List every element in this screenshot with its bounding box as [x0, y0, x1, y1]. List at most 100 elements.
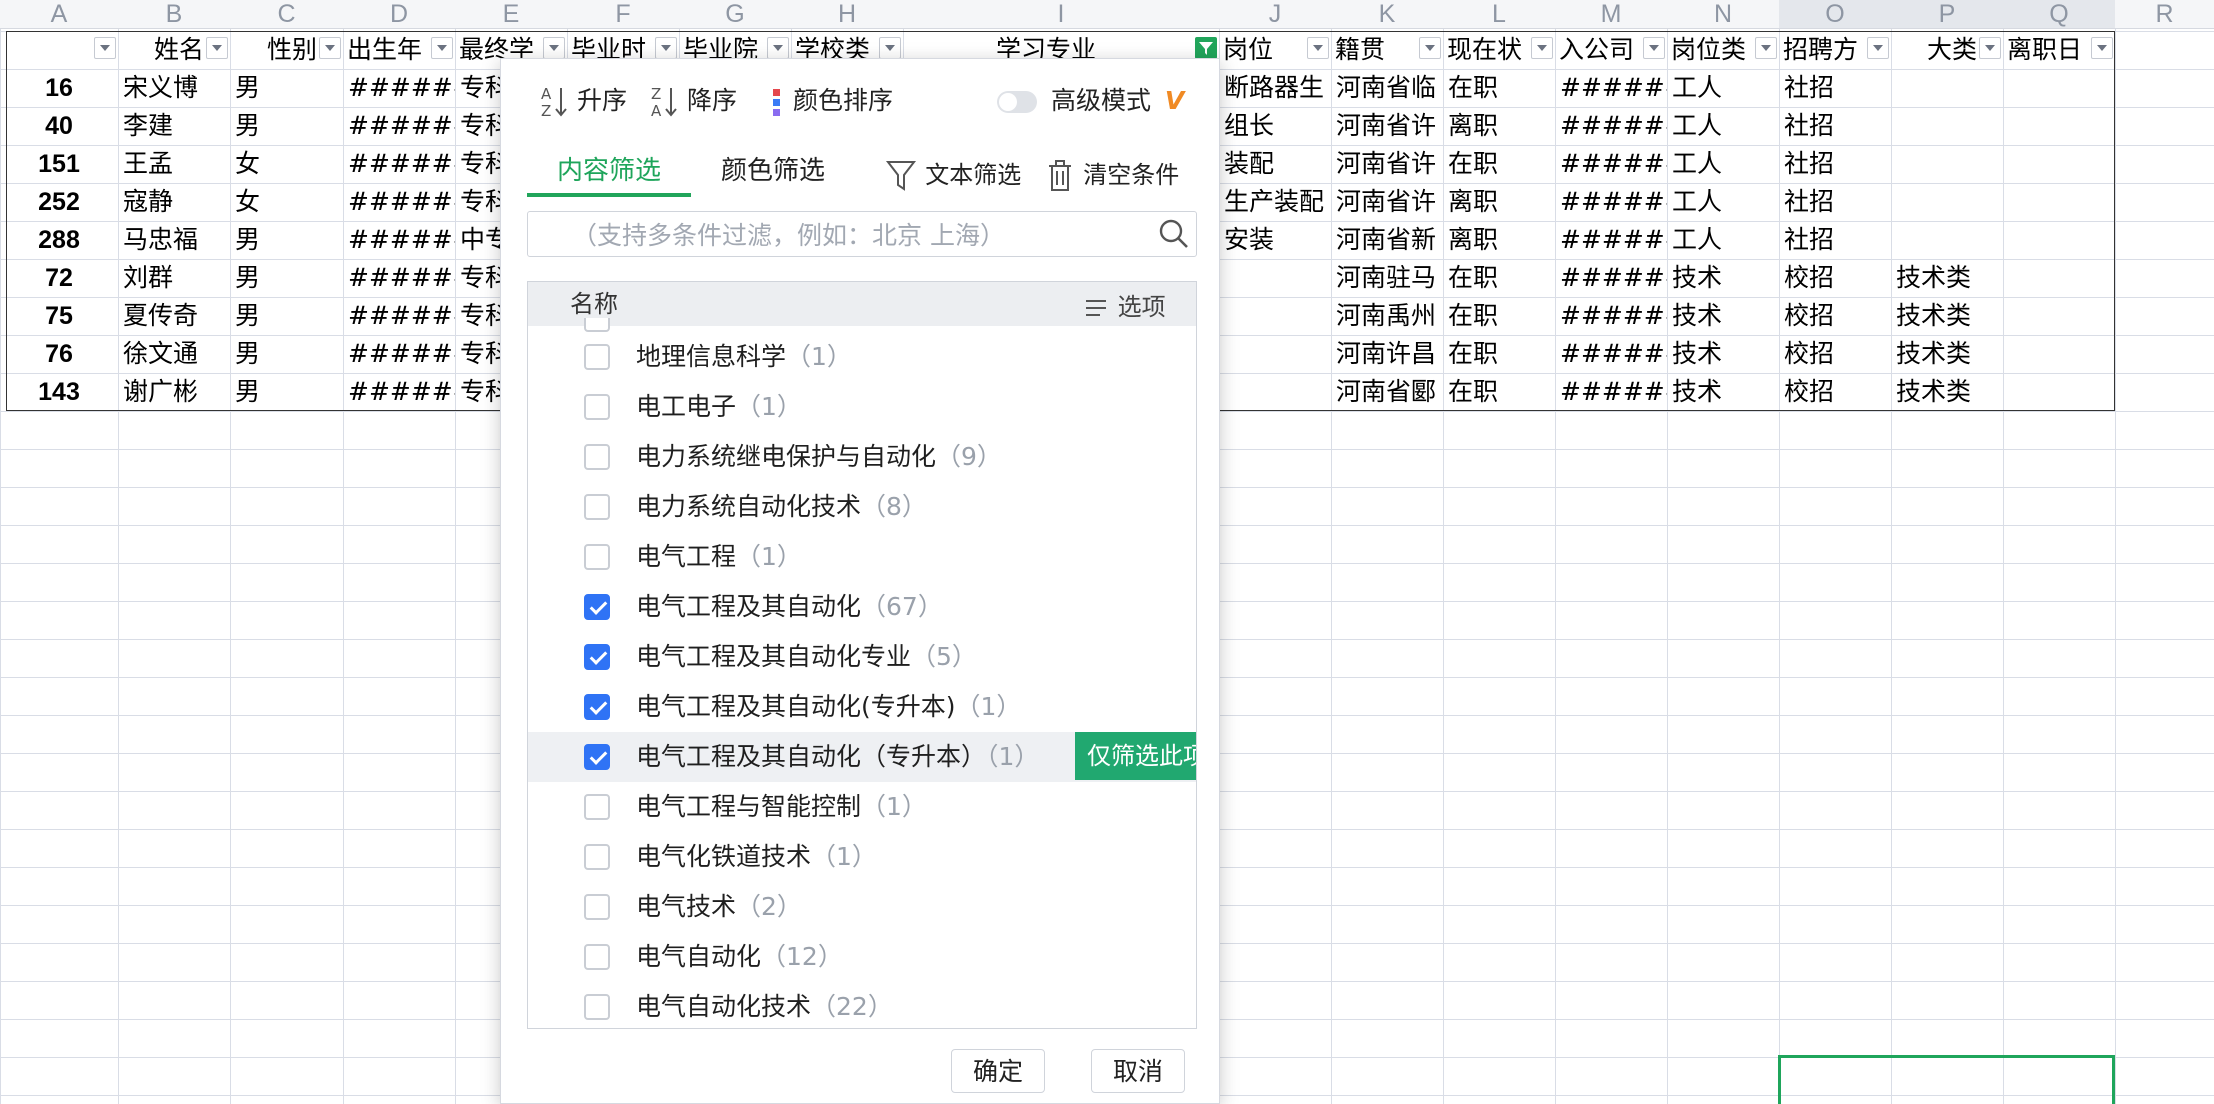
checkbox[interactable] — [584, 544, 610, 570]
list-item[interactable]: 电气技术（2） — [528, 882, 1196, 932]
table-cell[interactable]: 马忠福 — [118, 221, 230, 259]
filter-active-icon[interactable] — [1195, 37, 1217, 59]
column-letter-D[interactable]: D — [343, 0, 455, 28]
column-letter-N[interactable]: N — [1667, 0, 1779, 28]
table-cell[interactable]: ###### — [1555, 297, 1667, 335]
table-cell[interactable] — [2003, 335, 2115, 373]
header-cell[interactable]: 现在状 — [1443, 31, 1529, 69]
table-cell[interactable]: 校招 — [1779, 259, 1891, 297]
clear-conditions-button[interactable]: 清空条件 — [1045, 153, 1179, 197]
table-cell[interactable]: 工人 — [1667, 183, 1779, 221]
table-cell[interactable]: 社招 — [1779, 221, 1891, 259]
checkbox[interactable] — [584, 994, 610, 1020]
row-id-cell[interactable]: 76 — [0, 335, 118, 373]
row-id-cell[interactable]: 75 — [0, 297, 118, 335]
table-cell[interactable]: 河南省郾 — [1331, 373, 1443, 411]
table-cell[interactable]: 男 — [230, 69, 343, 107]
checkbox[interactable] — [584, 744, 610, 770]
header-cell[interactable]: 姓名 — [118, 31, 204, 69]
table-cell[interactable]: 技术类 — [1891, 373, 2003, 411]
table-cell[interactable] — [2003, 107, 2115, 145]
checkbox[interactable] — [584, 494, 610, 520]
checkbox[interactable] — [584, 594, 610, 620]
table-cell[interactable] — [1891, 69, 2003, 107]
table-cell[interactable]: 工人 — [1667, 69, 1779, 107]
header-cell[interactable]: 招聘方 — [1779, 31, 1865, 69]
list-item[interactable]: 电气工程及其自动化专业（5） — [528, 632, 1196, 682]
table-cell[interactable]: 技术 — [1667, 297, 1779, 335]
search-icon[interactable] — [1158, 218, 1190, 250]
table-cell[interactable]: 男 — [230, 107, 343, 145]
table-cell[interactable]: 工人 — [1667, 221, 1779, 259]
list-item[interactable]: 地理信息科学（1） — [528, 332, 1196, 382]
table-cell[interactable] — [1891, 145, 2003, 183]
table-cell[interactable] — [2003, 221, 2115, 259]
table-cell[interactable]: 技术 — [1667, 259, 1779, 297]
row-id-cell[interactable]: 252 — [0, 183, 118, 221]
header-cell[interactable]: 离职日 — [2003, 31, 2089, 69]
table-cell[interactable]: 在职 — [1443, 69, 1555, 107]
table-cell[interactable]: 刘群 — [118, 259, 230, 297]
table-cell[interactable]: 男 — [230, 297, 343, 335]
table-cell[interactable]: ###### — [1555, 259, 1667, 297]
table-cell[interactable]: ###### — [343, 145, 455, 183]
checkbox[interactable] — [584, 644, 610, 670]
table-cell[interactable] — [1891, 221, 2003, 259]
table-cell[interactable]: ###### — [343, 259, 455, 297]
table-cell[interactable]: 工人 — [1667, 107, 1779, 145]
filter-dropdown-button[interactable] — [1867, 37, 1889, 59]
table-cell[interactable]: 河南省临 — [1331, 69, 1443, 107]
table-cell[interactable] — [1219, 373, 1331, 411]
table-cell[interactable] — [1219, 335, 1331, 373]
column-letter-F[interactable]: F — [567, 0, 679, 28]
column-letter-G[interactable]: G — [679, 0, 791, 28]
list-item[interactable]: 电气工程（1） — [528, 532, 1196, 582]
toggle-switch[interactable] — [997, 91, 1037, 113]
checkbox[interactable] — [584, 394, 610, 420]
table-cell[interactable]: 王孟 — [118, 145, 230, 183]
filter-dropdown-button[interactable] — [206, 37, 228, 59]
table-cell[interactable]: 离职 — [1443, 107, 1555, 145]
filter-dropdown-button[interactable] — [1307, 37, 1329, 59]
table-cell[interactable]: 男 — [230, 373, 343, 411]
table-cell[interactable]: ###### — [1555, 373, 1667, 411]
table-cell[interactable]: 校招 — [1779, 373, 1891, 411]
table-cell[interactable]: 技术类 — [1891, 259, 2003, 297]
sort-ascending-button[interactable]: A Z 升序 — [539, 79, 627, 123]
table-cell[interactable]: 技术类 — [1891, 335, 2003, 373]
column-letter-B[interactable]: B — [118, 0, 230, 28]
table-cell[interactable]: 男 — [230, 335, 343, 373]
checkbox[interactable] — [584, 944, 610, 970]
column-letter-Q[interactable]: Q — [2003, 0, 2115, 28]
row-id-cell[interactable]: 151 — [0, 145, 118, 183]
table-cell[interactable]: 技术 — [1667, 373, 1779, 411]
table-cell[interactable]: 社招 — [1779, 145, 1891, 183]
checkbox[interactable] — [584, 694, 610, 720]
table-cell[interactable]: 河南驻马 — [1331, 259, 1443, 297]
header-cell[interactable]: 岗位类 — [1667, 31, 1753, 69]
table-cell[interactable]: 河南禹州 — [1331, 297, 1443, 335]
list-item[interactable]: 电气自动化（12） — [528, 932, 1196, 982]
table-cell[interactable]: ###### — [343, 107, 455, 145]
header-cell[interactable]: 籍贯 — [1331, 31, 1417, 69]
table-cell[interactable]: 校招 — [1779, 297, 1891, 335]
table-cell[interactable]: ###### — [1555, 335, 1667, 373]
sort-descending-button[interactable]: Z A 降序 — [649, 79, 737, 123]
row-id-cell[interactable]: 143 — [0, 373, 118, 411]
table-cell[interactable]: ###### — [343, 183, 455, 221]
only-filter-this-button[interactable]: 仅筛选此项 — [1075, 732, 1196, 780]
filter-dropdown-button[interactable] — [2091, 37, 2113, 59]
list-item[interactable]: 电气工程与智能控制（1） — [528, 782, 1196, 832]
table-cell[interactable]: 河南省许 — [1331, 145, 1443, 183]
color-sort-button[interactable]: 颜色排序 — [769, 79, 893, 123]
table-cell[interactable]: ###### — [343, 373, 455, 411]
filter-dropdown-button[interactable] — [1643, 37, 1665, 59]
table-cell[interactable]: 装配 — [1219, 145, 1331, 183]
column-letter-E[interactable]: E — [455, 0, 567, 28]
table-cell[interactable] — [2003, 297, 2115, 335]
list-item[interactable]: 电气工程及其自动化（67） — [528, 582, 1196, 632]
table-cell[interactable]: ###### — [1555, 69, 1667, 107]
header-cell[interactable]: 性别 — [230, 31, 317, 69]
table-cell[interactable]: 男 — [230, 259, 343, 297]
table-cell[interactable] — [1891, 183, 2003, 221]
